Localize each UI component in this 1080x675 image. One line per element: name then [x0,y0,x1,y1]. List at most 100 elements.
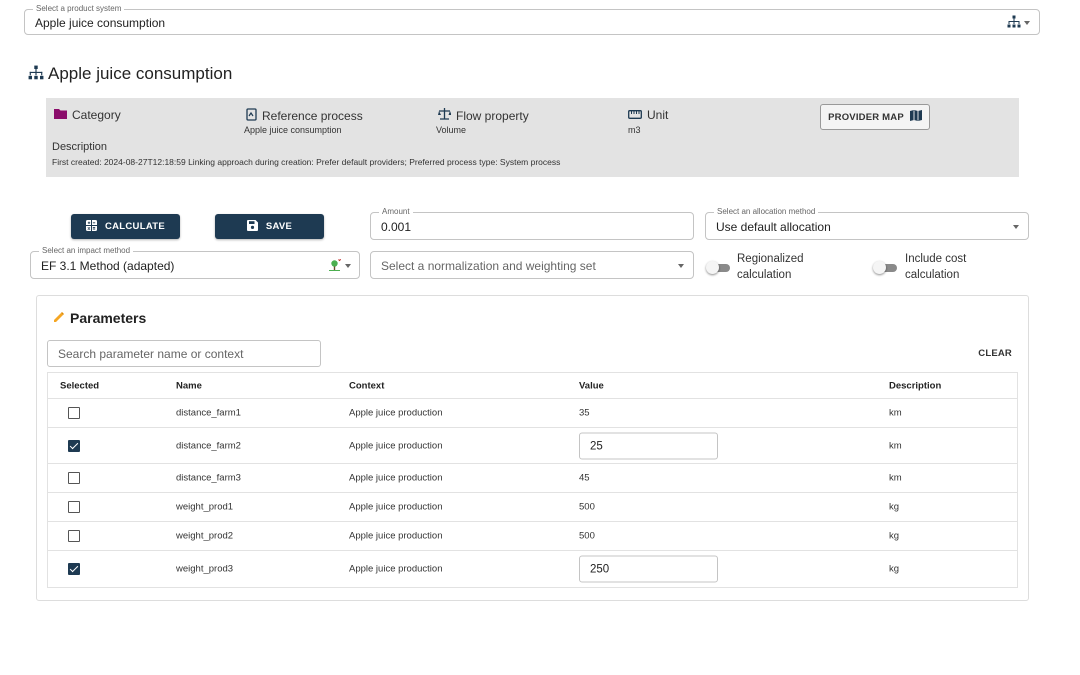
table-row: weight_prod2 Apple juice production 500 … [48,522,1017,551]
unit-header: Unit [628,108,668,122]
ruler-icon [628,108,642,122]
chevron-down-icon[interactable] [678,264,684,268]
amount-value: 0.001 [381,220,412,234]
amount-legend: Amount [379,207,413,217]
impact-method-select[interactable]: Select an impact method EF 3.1 Method (a… [30,246,360,279]
row-select-checkbox[interactable] [68,563,80,575]
table-row: distance_farm2 Apple juice production 25… [48,428,1017,464]
param-description: km [889,472,902,484]
include-cost-calculation-label: Include cost calculation [905,253,967,281]
allocation-value: Use default allocation [716,220,831,234]
param-description: kg [889,501,900,513]
parameters-card: Parameters CLEAR Selected Name Context V… [36,295,1029,601]
impact-legend: Select an impact method [39,246,134,256]
unit-label: Unit [647,108,669,122]
column-header-name[interactable]: Name [176,380,202,391]
chevron-down-icon[interactable] [345,264,351,268]
flow-property-value: Volume [436,125,467,135]
map-icon [909,110,922,124]
column-header-value[interactable]: Value [579,380,604,391]
param-context: Apple juice production [349,501,443,513]
param-description: km [889,440,902,451]
product-system-legend: Select a product system [33,4,125,14]
unit-value: m3 [628,125,641,135]
parameter-search-input[interactable] [48,341,320,366]
process-icon [246,108,257,124]
scale-icon [438,108,452,123]
table-row: weight_prod3 Apple juice production 250 … [48,551,1017,587]
amount-field[interactable]: Amount 0.001 [370,207,694,240]
pencil-icon [53,310,65,326]
description-label: Description [52,141,108,153]
impact-method-icon [328,258,342,274]
column-header-context[interactable]: Context [349,380,384,391]
product-system-icon [28,65,44,84]
param-context: Apple juice production [349,440,443,451]
param-value: 35 [579,407,590,419]
category-header[interactable]: Category [54,108,121,122]
allocation-legend: Select an allocation method [714,207,819,217]
provider-map-button[interactable]: PROVIDER MAP [820,104,930,130]
floppy-disk-icon [246,219,258,234]
save-label: SAVE [265,221,293,232]
category-label: Category [72,108,121,122]
row-select-checkbox[interactable] [68,407,80,419]
chevron-down-icon[interactable] [1013,225,1019,229]
parameter-search-field[interactable] [47,340,321,367]
parameters-table: Selected Name Context Value Description … [47,372,1018,588]
param-context: Apple juice production [349,563,443,575]
normalization-placeholder: Select a normalization and weighting set [381,259,596,273]
flow-property-label: Flow property [456,108,529,123]
save-button[interactable]: SAVE [215,214,324,239]
regionalized-calculation-label: Regionalized calculation [737,253,804,281]
param-context: Apple juice production [349,530,443,542]
calculate-button[interactable]: CALCULATE [71,214,180,239]
row-select-checkbox[interactable] [68,530,80,542]
calculate-label: CALCULATE [104,221,166,232]
reference-process-header[interactable]: Reference process [246,108,363,124]
param-description: km [889,407,902,419]
reference-process-value: Apple juice consumption [244,125,342,135]
folder-icon [54,108,67,122]
row-select-checkbox[interactable] [68,501,80,513]
column-header-description[interactable]: Description [889,380,941,391]
row-select-checkbox[interactable] [68,472,80,484]
product-system-icon [1007,15,1021,32]
parameters-title: Parameters [53,310,146,326]
table-header-row: Selected Name Context Value Description [48,373,1017,399]
param-description: kg [889,563,900,575]
calculator-icon [85,219,97,234]
description-text: First created: 2024-08-27T12:18:59 Linki… [52,157,561,167]
param-name: weight_prod2 [176,530,234,542]
regionalized-calculation-toggle[interactable] [706,261,730,274]
page-title-text: Apple juice consumption [48,64,233,83]
param-name: distance_farm2 [176,440,241,451]
product-system-value: Apple juice consumption [35,16,166,30]
allocation-method-select[interactable]: Select an allocation method Use default … [705,207,1029,240]
param-context: Apple juice production [349,472,443,484]
normalization-weighting-select[interactable]: Select a normalization and weighting set [370,251,694,279]
chevron-down-icon[interactable] [1024,21,1030,25]
param-value: 500 [579,501,595,513]
param-value-input[interactable]: 25 [579,432,718,459]
provider-map-label: PROVIDER MAP [828,111,904,123]
flow-property-header: Flow property [438,108,529,123]
row-select-checkbox[interactable] [68,439,80,452]
table-row: distance_farm1 Apple juice production 35… [48,399,1017,428]
info-panel: Category Reference process Apple juice c… [46,98,1019,177]
include-cost-calculation-toggle[interactable] [873,261,897,274]
column-header-selected[interactable]: Selected [60,380,99,391]
impact-value: EF 3.1 Method (adapted) [41,259,175,273]
param-description: kg [889,530,900,542]
param-name: distance_farm3 [176,472,241,484]
param-value: 45 [579,472,590,484]
param-value-input[interactable]: 250 [579,555,718,583]
param-context: Apple juice production [349,407,443,419]
clear-button[interactable]: CLEAR [978,348,1012,359]
product-system-select[interactable]: Select a product system Apple juice cons… [24,4,1040,35]
param-name: distance_farm1 [176,407,241,419]
param-name: weight_prod1 [176,501,234,513]
parameters-title-text: Parameters [70,310,147,326]
table-row: weight_prod1 Apple juice production 500 … [48,493,1017,522]
param-name: weight_prod3 [176,563,234,575]
